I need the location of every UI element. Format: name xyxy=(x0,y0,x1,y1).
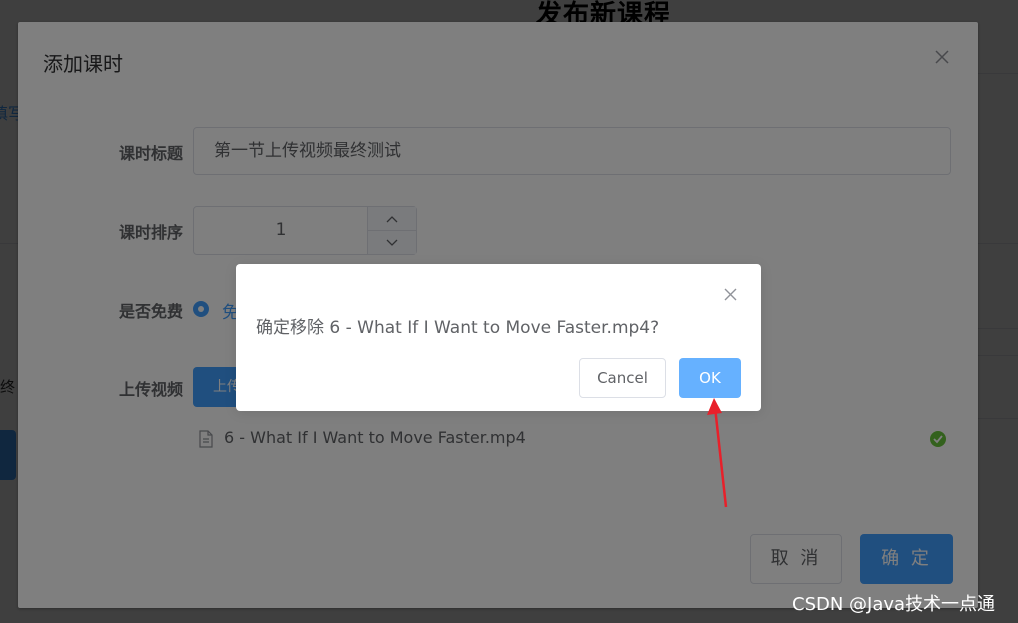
close-icon[interactable] xyxy=(720,284,740,304)
watermark: CSDN @Java技术一点通 xyxy=(792,594,996,615)
annotation-arrow xyxy=(707,398,728,508)
confirm-message: 确定移除 6 - What If I Want to Move Faster.m… xyxy=(256,318,660,338)
message-cancel-button[interactable]: Cancel xyxy=(579,358,666,398)
message-ok-button[interactable]: OK xyxy=(679,358,741,398)
remove-file-confirm-box: 确定移除 6 - What If I Want to Move Faster.m… xyxy=(236,264,761,411)
